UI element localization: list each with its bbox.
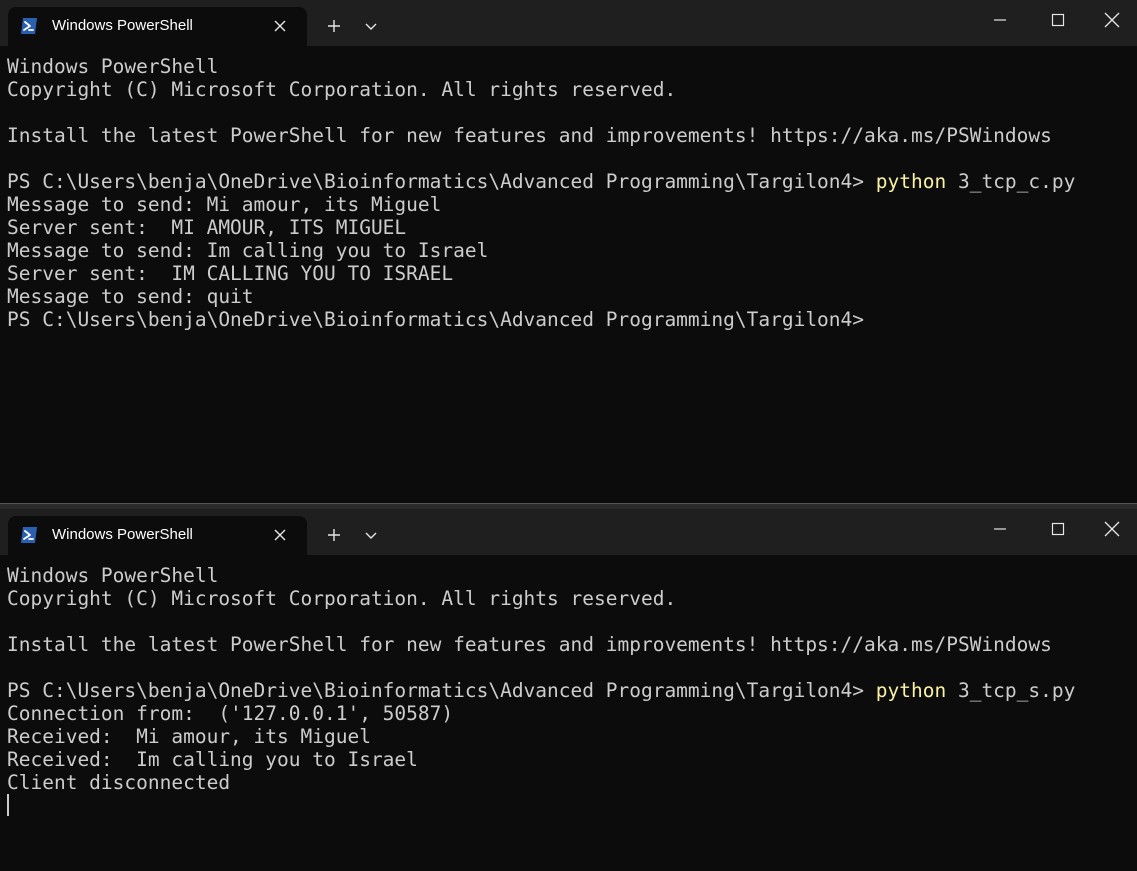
output-line: Copyright (C) Microsoft Corporation. All…	[7, 78, 677, 101]
command-text: python	[875, 170, 947, 193]
close-icon	[1104, 521, 1120, 537]
tab-dropdown-button[interactable]	[358, 14, 384, 38]
prompt-line: PS C:\Users\benja\OneDrive\Bioinformatic…	[7, 170, 1137, 193]
close-window-button[interactable]	[1087, 509, 1137, 549]
chevron-down-icon	[365, 532, 377, 539]
prompt-line: PS C:\Users\benja\OneDrive\Bioinformatic…	[7, 679, 1137, 702]
prompt-text: PS C:\Users\benja\OneDrive\Bioinformatic…	[7, 170, 876, 193]
minimize-icon	[994, 19, 1006, 21]
text-cursor	[7, 794, 9, 816]
plus-icon	[328, 20, 340, 32]
close-tab-icon[interactable]	[272, 527, 288, 543]
output-line: Client disconnected	[7, 771, 231, 794]
tab-windows-powershell[interactable]: Windows PowerShell	[8, 7, 307, 46]
output-line: Server sent: IM CALLING YOU TO ISRAEL	[7, 262, 454, 285]
tab-windows-powershell[interactable]: Windows PowerShell	[8, 516, 307, 555]
output-line: Received: Mi amour, its Miguel	[7, 725, 371, 748]
minimize-icon	[994, 528, 1006, 530]
close-icon	[1104, 12, 1120, 28]
tab-dropdown-button[interactable]	[358, 523, 384, 547]
terminal-output[interactable]: Windows PowerShell Copyright (C) Microsof…	[7, 564, 1137, 817]
output-line: Windows PowerShell	[7, 55, 219, 78]
output-line: Install the latest PowerShell for new fe…	[7, 633, 1052, 656]
output-line: Windows PowerShell	[7, 564, 219, 587]
output-line: Message to send: quit	[7, 285, 254, 308]
output-line: Message to send: Im calling you to Israe…	[7, 239, 489, 262]
maximize-icon	[1051, 522, 1065, 536]
command-args: 3_tcp_c.py	[946, 170, 1076, 193]
new-tab-button[interactable]	[321, 523, 347, 547]
tab-title: Windows PowerShell	[52, 526, 193, 543]
maximize-button[interactable]	[1029, 509, 1087, 549]
maximize-button[interactable]	[1029, 0, 1087, 40]
minimize-button[interactable]	[971, 0, 1029, 40]
minimize-button[interactable]	[971, 509, 1029, 549]
command-text: python	[875, 679, 947, 702]
close-window-button[interactable]	[1087, 0, 1137, 40]
command-args: 3_tcp_s.py	[946, 679, 1076, 702]
close-tab-icon[interactable]	[272, 18, 288, 34]
terminal-output[interactable]: Windows PowerShell Copyright (C) Microsof…	[7, 55, 1137, 331]
plus-icon	[328, 529, 340, 541]
title-bar[interactable]: Windows PowerShell	[0, 0, 1137, 46]
powershell-window-client: Windows PowerShell Windows PowerShell Co…	[0, 0, 1137, 503]
output-line: Install the latest PowerShell for new fe…	[7, 124, 1052, 147]
title-bar[interactable]: Windows PowerShell	[0, 509, 1137, 555]
output-line: Received: Im calling you to Israel	[7, 748, 418, 771]
output-line: Copyright (C) Microsoft Corporation. All…	[7, 587, 677, 610]
new-tab-button[interactable]	[321, 14, 347, 38]
powershell-window-server: Windows PowerShell Windows PowerShell Co…	[0, 509, 1137, 871]
prompt-line: PS C:\Users\benja\OneDrive\Bioinformatic…	[7, 308, 1137, 331]
chevron-down-icon	[365, 23, 377, 30]
maximize-icon	[1051, 13, 1065, 27]
tab-title: Windows PowerShell	[52, 17, 193, 34]
powershell-icon	[21, 527, 37, 543]
powershell-icon	[21, 18, 37, 34]
prompt-text: PS C:\Users\benja\OneDrive\Bioinformatic…	[7, 679, 876, 702]
prompt-text: PS C:\Users\benja\OneDrive\Bioinformatic…	[7, 308, 865, 331]
output-line: Server sent: MI AMOUR, ITS MIGUEL	[7, 216, 407, 239]
cursor-line	[7, 794, 1137, 817]
output-line: Connection from: ('127.0.0.1', 50587)	[7, 702, 454, 725]
output-line: Message to send: Mi amour, its Miguel	[7, 193, 442, 216]
